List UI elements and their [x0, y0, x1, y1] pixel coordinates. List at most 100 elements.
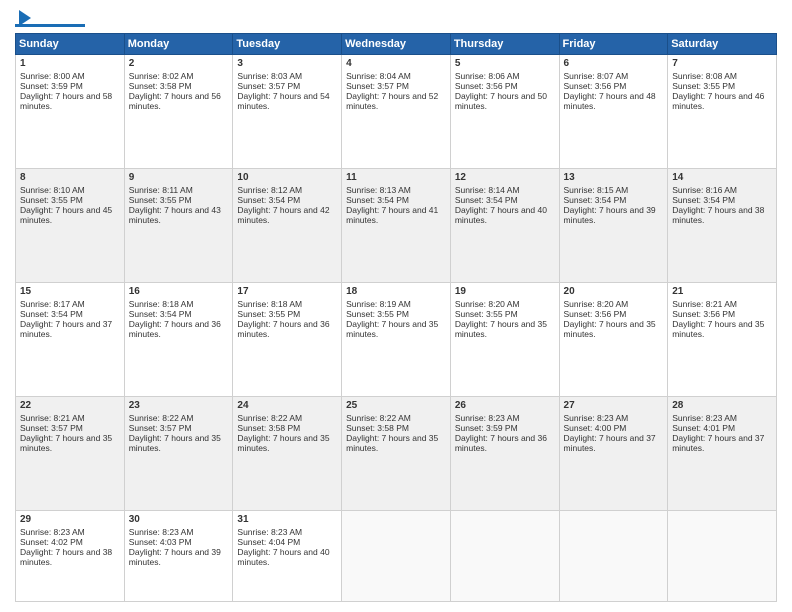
sunset-text: Sunset: 3:57 PM	[346, 81, 409, 91]
table-row: 31Sunrise: 8:23 AMSunset: 4:04 PMDayligh…	[233, 511, 342, 602]
table-row: 4Sunrise: 8:04 AMSunset: 3:57 PMDaylight…	[342, 55, 451, 169]
day-number: 29	[20, 514, 120, 525]
sunrise-text: Sunrise: 8:02 AM	[129, 71, 194, 81]
sunset-text: Sunset: 4:01 PM	[672, 423, 735, 433]
day-number: 19	[455, 286, 555, 297]
sunset-text: Sunset: 3:59 PM	[20, 81, 83, 91]
sunrise-text: Sunrise: 8:23 AM	[20, 527, 85, 537]
daylight-text: Daylight: 7 hours and 37 minutes.	[20, 319, 112, 339]
day-number: 5	[455, 58, 555, 69]
sunrise-text: Sunrise: 8:06 AM	[455, 71, 520, 81]
daylight-text: Daylight: 7 hours and 35 minutes.	[564, 319, 656, 339]
col-friday: Friday	[559, 34, 668, 55]
sunset-text: Sunset: 3:58 PM	[237, 423, 300, 433]
daylight-text: Daylight: 7 hours and 40 minutes.	[455, 205, 547, 225]
table-row: 25 Sunrise: 8:22 AMSunset: 3:58 PMDayligh…	[342, 397, 451, 511]
day-number: 30	[129, 514, 229, 525]
sunset-text: Sunset: 3:56 PM	[672, 309, 735, 319]
daylight-text: Daylight: 7 hours and 35 minutes.	[346, 433, 438, 453]
sunset-text: Sunset: 3:58 PM	[129, 81, 192, 91]
day-number: 24	[237, 400, 337, 411]
daylight-text: Daylight: 7 hours and 39 minutes.	[564, 205, 656, 225]
daylight-text: Daylight: 7 hours and 35 minutes.	[237, 433, 329, 453]
table-row: 9Sunrise: 8:11 AMSunset: 3:55 PMDaylight…	[124, 169, 233, 283]
sunset-text: Sunset: 3:54 PM	[564, 195, 627, 205]
daylight-text: Daylight: 7 hours and 39 minutes.	[129, 547, 221, 567]
day-number: 27	[564, 400, 664, 411]
sunset-text: Sunset: 3:55 PM	[129, 195, 192, 205]
table-row: 22Sunrise: 8:21 AMSunset: 3:57 PMDayligh…	[16, 397, 125, 511]
sunset-text: Sunset: 3:59 PM	[455, 423, 518, 433]
sunset-text: Sunset: 3:55 PM	[672, 81, 735, 91]
sunset-text: Sunset: 4:04 PM	[237, 537, 300, 547]
header	[15, 10, 777, 27]
daylight-text: Daylight: 7 hours and 40 minutes.	[237, 547, 329, 567]
sunrise-text: Sunrise: 8:14 AM	[455, 185, 520, 195]
daylight-text: Daylight: 7 hours and 41 minutes.	[346, 205, 438, 225]
sunrise-text: Sunrise: 8:13 AM	[346, 185, 411, 195]
day-number: 9	[129, 172, 229, 183]
day-number: 8	[20, 172, 120, 183]
daylight-text: Daylight: 7 hours and 54 minutes.	[237, 91, 329, 111]
table-row: 19Sunrise: 8:20 AMSunset: 3:55 PMDayligh…	[450, 283, 559, 397]
sunrise-text: Sunrise: 8:23 AM	[564, 413, 629, 423]
day-number: 31	[237, 514, 337, 525]
table-row: 28Sunrise: 8:23 AMSunset: 4:01 PMDayligh…	[668, 397, 777, 511]
sunset-text: Sunset: 3:55 PM	[346, 309, 409, 319]
sunrise-text: Sunrise: 8:23 AM	[455, 413, 520, 423]
sunset-text: Sunset: 3:57 PM	[20, 423, 83, 433]
page: Sunday Monday Tuesday Wednesday Thursday…	[0, 0, 792, 612]
day-number: 7	[672, 58, 772, 69]
daylight-text: Daylight: 7 hours and 36 minutes.	[129, 319, 221, 339]
table-row: 15Sunrise: 8:17 AMSunset: 3:54 PMDayligh…	[16, 283, 125, 397]
day-number: 6	[564, 58, 664, 69]
logo	[15, 10, 87, 27]
day-number: 14	[672, 172, 772, 183]
sunrise-text: Sunrise: 8:18 AM	[237, 299, 302, 309]
sunrise-text: Sunrise: 8:20 AM	[455, 299, 520, 309]
sunset-text: Sunset: 3:55 PM	[20, 195, 83, 205]
table-row: 13Sunrise: 8:15 AMSunset: 3:54 PMDayligh…	[559, 169, 668, 283]
sunset-text: Sunset: 3:54 PM	[20, 309, 83, 319]
table-row: 5Sunrise: 8:06 AMSunset: 3:56 PMDaylight…	[450, 55, 559, 169]
table-row: 29Sunrise: 8:23 AMSunset: 4:02 PMDayligh…	[16, 511, 125, 602]
table-row: 23Sunrise: 8:22 AMSunset: 3:57 PMDayligh…	[124, 397, 233, 511]
day-number: 1	[20, 58, 120, 69]
col-monday: Monday	[124, 34, 233, 55]
day-number: 3	[237, 58, 337, 69]
table-row: 30Sunrise: 8:23 AMSunset: 4:03 PMDayligh…	[124, 511, 233, 602]
col-thursday: Thursday	[450, 34, 559, 55]
day-number: 10	[237, 172, 337, 183]
table-row: 17Sunrise: 8:18 AMSunset: 3:55 PMDayligh…	[233, 283, 342, 397]
day-number: 4	[346, 58, 446, 69]
daylight-text: Daylight: 7 hours and 46 minutes.	[672, 91, 764, 111]
sunset-text: Sunset: 3:54 PM	[346, 195, 409, 205]
table-row: 26Sunrise: 8:23 AMSunset: 3:59 PMDayligh…	[450, 397, 559, 511]
sunrise-text: Sunrise: 8:21 AM	[672, 299, 737, 309]
daylight-text: Daylight: 7 hours and 48 minutes.	[564, 91, 656, 111]
day-number: 12	[455, 172, 555, 183]
daylight-text: Daylight: 7 hours and 45 minutes.	[20, 205, 112, 225]
day-number: 28	[672, 400, 772, 411]
table-row: 20Sunrise: 8:20 AMSunset: 3:56 PMDayligh…	[559, 283, 668, 397]
sunrise-text: Sunrise: 8:22 AM	[346, 413, 411, 423]
sunset-text: Sunset: 3:54 PM	[672, 195, 735, 205]
day-number: 16	[129, 286, 229, 297]
sunrise-text: Sunrise: 8:11 AM	[129, 185, 193, 195]
daylight-text: Daylight: 7 hours and 50 minutes.	[455, 91, 547, 111]
day-number: 25	[346, 400, 446, 411]
sunrise-text: Sunrise: 8:07 AM	[564, 71, 629, 81]
day-number: 15	[20, 286, 120, 297]
table-row: 7Sunrise: 8:08 AMSunset: 3:55 PMDaylight…	[668, 55, 777, 169]
sunset-text: Sunset: 3:58 PM	[346, 423, 409, 433]
table-row: 2Sunrise: 8:02 AMSunset: 3:58 PMDaylight…	[124, 55, 233, 169]
table-row: 10Sunrise: 8:12 AMSunset: 3:54 PMDayligh…	[233, 169, 342, 283]
table-row: 16Sunrise: 8:18 AMSunset: 3:54 PMDayligh…	[124, 283, 233, 397]
sunrise-text: Sunrise: 8:04 AM	[346, 71, 411, 81]
sunrise-text: Sunrise: 8:03 AM	[237, 71, 302, 81]
sunrise-text: Sunrise: 8:19 AM	[346, 299, 411, 309]
sunset-text: Sunset: 3:56 PM	[564, 309, 627, 319]
table-row	[668, 511, 777, 602]
table-row: 6Sunrise: 8:07 AMSunset: 3:56 PMDaylight…	[559, 55, 668, 169]
col-tuesday: Tuesday	[233, 34, 342, 55]
